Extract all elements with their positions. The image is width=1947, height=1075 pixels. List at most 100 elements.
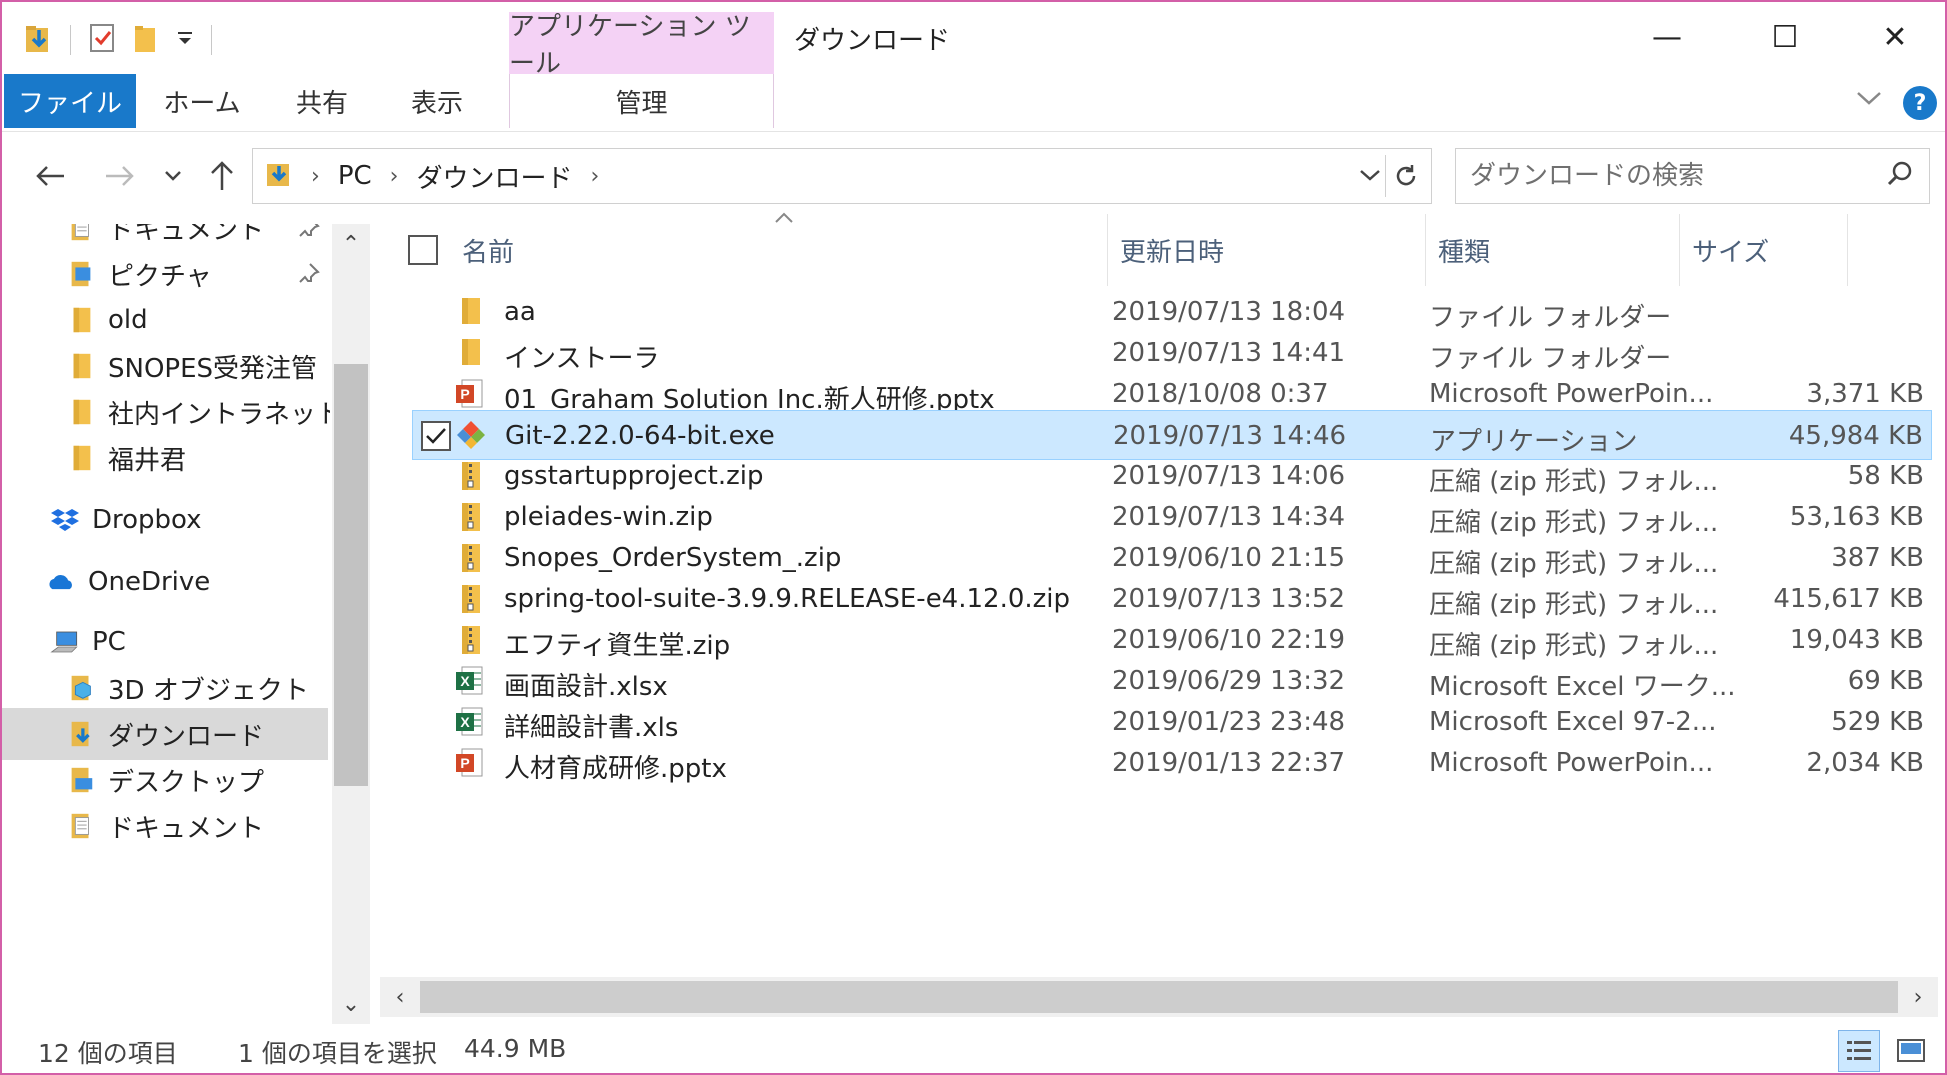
up-button[interactable] xyxy=(202,156,242,196)
file-date: 2019/07/13 14:34 xyxy=(1112,502,1346,532)
zip-icon xyxy=(454,541,486,575)
minimize-button[interactable]: — xyxy=(1634,12,1700,62)
zip-icon xyxy=(454,582,486,616)
maximize-button[interactable]: ☐ xyxy=(1752,12,1818,62)
sidebar-item[interactable]: PC xyxy=(2,616,330,668)
help-icon[interactable]: ? xyxy=(1903,86,1937,120)
sidebar-item[interactable]: 福井君 xyxy=(2,432,330,484)
close-button[interactable]: ✕ xyxy=(1862,12,1928,62)
selection-size: 44.9 MB xyxy=(464,1034,567,1063)
expand-ribbon-icon[interactable] xyxy=(1855,84,1883,114)
column-header-size[interactable]: サイズ xyxy=(1680,214,1848,286)
breadcrumb-chevron-icon[interactable]: › xyxy=(590,164,599,189)
column-header-date[interactable]: 更新日時 xyxy=(1108,214,1426,286)
folder-icon xyxy=(66,351,96,381)
new-folder-icon[interactable] xyxy=(133,22,159,58)
file-list: 名前 更新日時 種類 サイズ aa 2019/07/13 18:04 ファイル フォ… xyxy=(380,212,1940,974)
sidebar-item[interactable]: デスクトップ xyxy=(2,754,330,806)
sidebar-item[interactable]: ダウンロード xyxy=(2,708,328,760)
row-checkbox[interactable] xyxy=(421,421,451,451)
sidebar-item[interactable]: ドキュメント xyxy=(2,800,330,852)
breadcrumb-downloads[interactable]: ダウンロード xyxy=(416,158,572,195)
column-name-label: 名前 xyxy=(462,237,515,268)
powerpoint-icon: P xyxy=(454,746,486,780)
file-size: 3,371 KB xyxy=(1806,379,1924,409)
scroll-up-icon[interactable]: ⌃ xyxy=(332,224,370,264)
sidebar-item[interactable]: ピクチャ xyxy=(2,248,330,300)
tab-file[interactable]: ファイル xyxy=(4,74,136,128)
scrollbar-thumb[interactable] xyxy=(334,364,368,786)
scroll-down-icon[interactable]: ⌄ xyxy=(332,984,370,1024)
file-size: 387 KB xyxy=(1831,543,1924,573)
pin-icon[interactable] xyxy=(298,224,320,243)
file-date: 2019/07/13 14:41 xyxy=(1112,338,1346,368)
address-dropdown-icon[interactable] xyxy=(1359,163,1381,188)
explorer-window: アプリケーション ツール ダウンロード — ☐ ✕ ファイル ホーム 共有 表示… xyxy=(0,0,1947,1075)
refresh-icon[interactable] xyxy=(1385,155,1425,197)
sidebar-scrollbar[interactable]: ⌃ ⌄ xyxy=(332,224,370,1024)
large-icons-view-icon[interactable] xyxy=(1890,1030,1932,1072)
address-bar[interactable]: › PC › ダウンロード › xyxy=(252,148,1432,204)
file-date: 2018/10/08 0:37 xyxy=(1112,379,1329,409)
details-view-icon[interactable] xyxy=(1838,1030,1880,1072)
select-all-checkbox[interactable] xyxy=(408,235,438,265)
tab-view[interactable]: 表示 xyxy=(392,74,482,128)
3d-objects-icon xyxy=(66,673,96,703)
scroll-right-icon[interactable]: › xyxy=(1898,977,1938,1017)
file-date: 2019/07/13 14:06 xyxy=(1112,461,1346,491)
search-input[interactable] xyxy=(1470,161,1860,191)
breadcrumb-chevron-icon[interactable]: › xyxy=(311,164,320,189)
tab-manage[interactable]: 管理 xyxy=(509,74,774,128)
horizontal-scrollbar-thumb[interactable] xyxy=(420,981,1898,1013)
sidebar-item-label: 福井君 xyxy=(108,445,187,476)
column-header-type[interactable]: 種類 xyxy=(1426,214,1680,286)
file-size: 45,984 KB xyxy=(1788,421,1923,451)
file-size: 2,034 KB xyxy=(1806,748,1924,778)
file-size: 529 KB xyxy=(1831,707,1924,737)
file-date: 2019/06/29 13:32 xyxy=(1112,666,1346,696)
breadcrumb-chevron-icon[interactable]: › xyxy=(390,164,399,189)
column-header-name[interactable]: 名前 xyxy=(408,212,1108,286)
file-row[interactable]: P 人材育成研修.pptx 2019/01/13 22:37 Microsoft Po… xyxy=(412,738,1932,788)
file-type: Microsoft PowerPoin... xyxy=(1429,748,1714,778)
sidebar-item[interactable]: SNOPES受発注管 xyxy=(2,340,330,392)
sidebar-item[interactable]: 3D オブジェクト xyxy=(2,662,330,714)
breadcrumb: › PC › ダウンロード › xyxy=(265,158,599,195)
file-type: Microsoft PowerPoin... xyxy=(1429,379,1714,409)
navigation-bar: › PC › ダウンロード › xyxy=(2,142,1945,212)
sidebar-item[interactable]: OneDrive xyxy=(2,556,330,608)
sidebar-item-label: 社内イントラネット xyxy=(108,399,330,430)
selection-count: 1 個の項目を選択 xyxy=(238,1039,437,1068)
folder-icon xyxy=(66,443,96,473)
title-bar: アプリケーション ツール ダウンロード — ☐ ✕ xyxy=(2,2,1945,79)
file-date: 2019/07/13 14:46 xyxy=(1113,421,1347,451)
forward-button[interactable] xyxy=(100,156,140,196)
file-type: Microsoft Excel 97-2... xyxy=(1429,707,1717,737)
back-button[interactable] xyxy=(30,156,70,196)
recent-locations-chevron-icon[interactable] xyxy=(160,156,186,196)
file-size: 415,617 KB xyxy=(1773,584,1924,614)
sidebar-item-label: SNOPES受発注管 xyxy=(108,353,318,384)
search-icon[interactable] xyxy=(1885,159,1915,193)
excel-icon: X xyxy=(454,705,486,739)
svg-text:X: X xyxy=(460,673,470,689)
properties-icon[interactable] xyxy=(87,22,117,58)
horizontal-scrollbar[interactable]: ‹ › xyxy=(380,977,1938,1017)
sidebar-item[interactable]: old xyxy=(2,294,330,346)
file-name: Snopes_OrderSystem_.zip xyxy=(504,543,842,573)
customize-toolbar-icon[interactable] xyxy=(175,28,195,52)
search-box[interactable] xyxy=(1455,148,1930,204)
downloads-folder-icon xyxy=(265,158,293,195)
sidebar-item[interactable]: Dropbox xyxy=(2,494,330,546)
sidebar-item-label: ダウンロード xyxy=(108,721,265,752)
folder-icon xyxy=(454,336,486,370)
pin-icon[interactable] xyxy=(298,262,320,289)
file-size: 58 KB xyxy=(1847,461,1924,491)
toolbar-separator xyxy=(70,25,71,55)
sidebar-item[interactable]: 社内イントラネット xyxy=(2,386,330,438)
scroll-left-icon[interactable]: ‹ xyxy=(380,977,420,1017)
tab-home[interactable]: ホーム xyxy=(152,74,252,128)
breadcrumb-pc[interactable]: PC xyxy=(338,161,372,191)
file-name: aa xyxy=(504,297,536,327)
tab-share[interactable]: 共有 xyxy=(277,74,367,128)
